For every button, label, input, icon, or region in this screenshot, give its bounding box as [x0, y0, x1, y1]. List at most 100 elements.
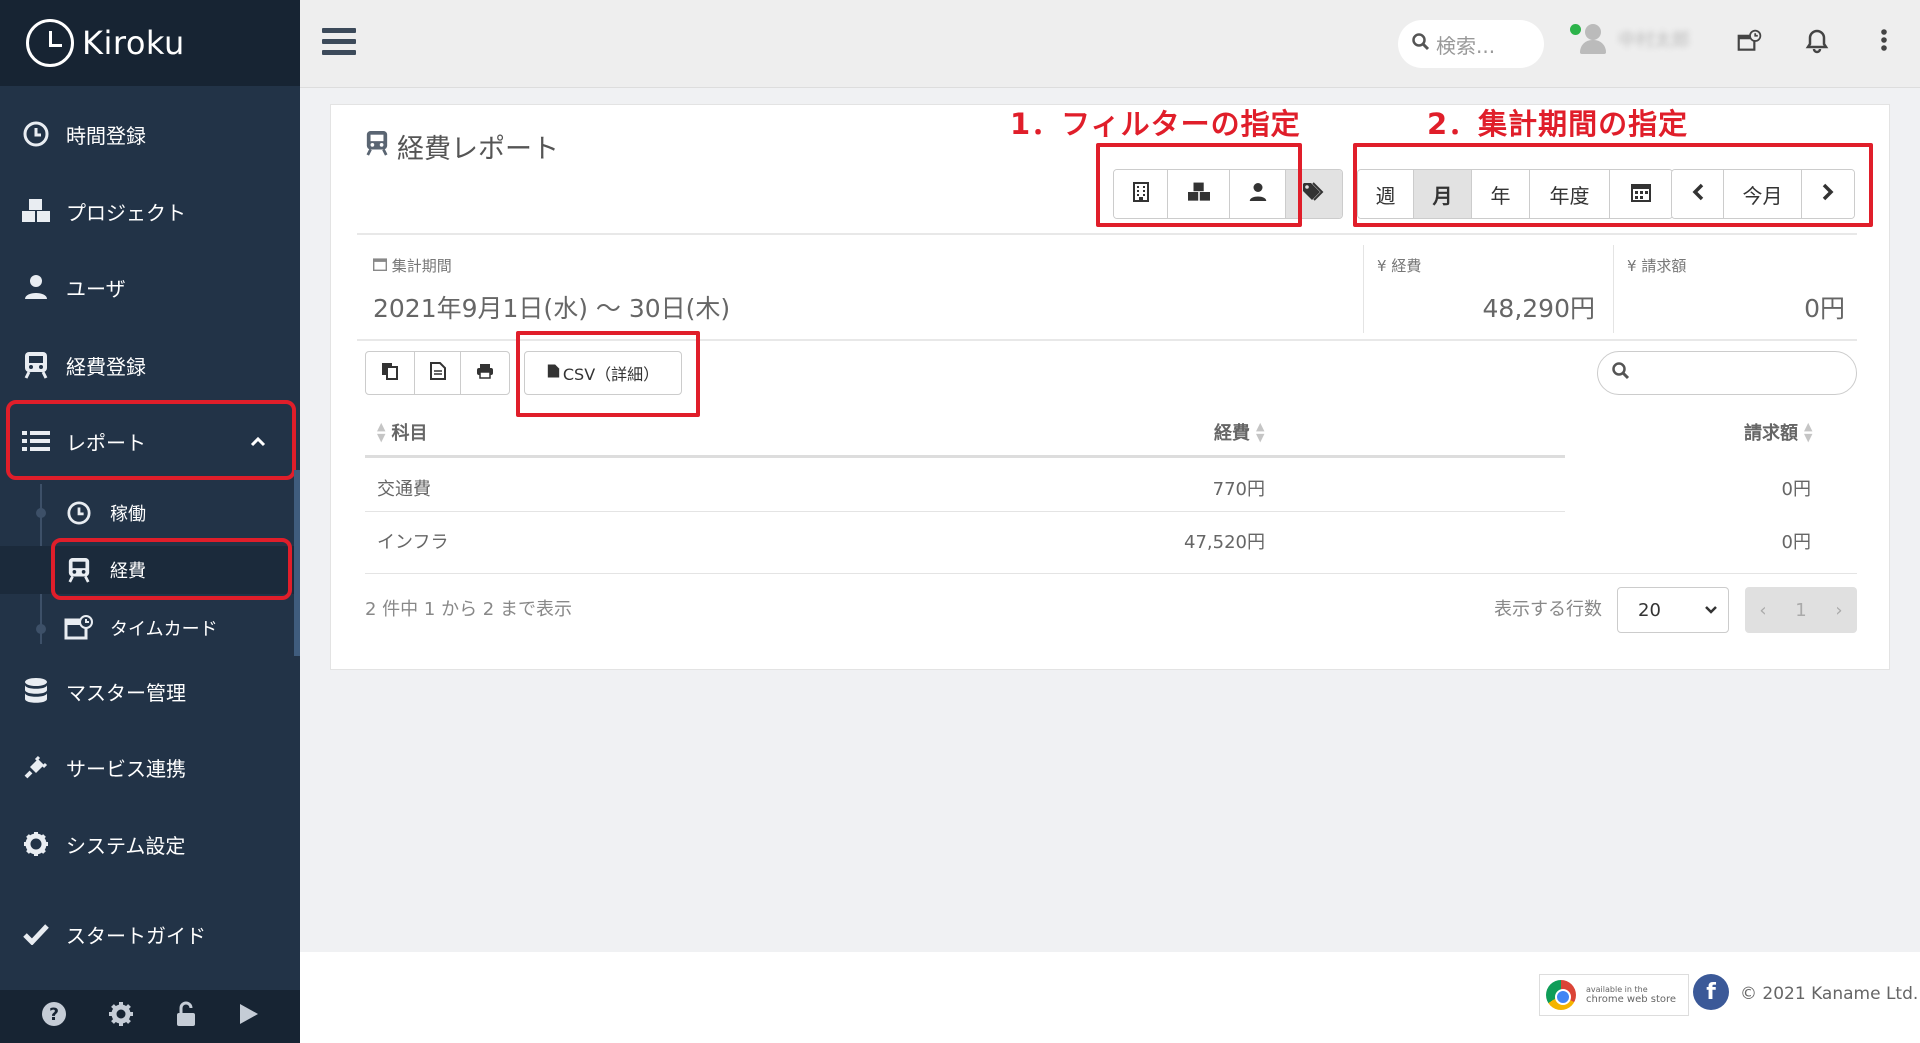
- period-label: 集計期間: [373, 255, 452, 276]
- divider: [357, 233, 1857, 235]
- pagination-current-page[interactable]: 1: [1795, 600, 1806, 621]
- sidebar-item-time-entry[interactable]: 時間登録: [0, 106, 300, 162]
- page-title-text: 経費レポート: [397, 134, 559, 165]
- brand-name: Kiroku: [82, 24, 185, 62]
- help-icon[interactable]: ?: [41, 1001, 67, 1033]
- sidebar-item-label: マスター管理: [66, 680, 186, 705]
- file-icon: [429, 362, 446, 384]
- sidebar-footer: ?: [0, 990, 300, 1043]
- sidebar-item-expense-entry[interactable]: 経費登録: [0, 337, 300, 393]
- train-icon: [20, 349, 52, 381]
- rows-per-page-select[interactable]: 20: [1617, 587, 1729, 633]
- sidebar-scrollbar[interactable]: [294, 470, 300, 656]
- cws-line2: chrome web store: [1586, 993, 1677, 1005]
- sidebar-item-system-settings[interactable]: システム設定: [0, 816, 300, 872]
- table-header-border: [365, 455, 1565, 458]
- copy-icon: [381, 362, 399, 384]
- sidebar-subitem-timecard[interactable]: タイムカード: [0, 604, 300, 652]
- sidebar-subitem-label: 稼働: [110, 504, 146, 525]
- sidebar-item-master[interactable]: マスター管理: [0, 663, 300, 719]
- sidebar-item-label: 経費登録: [66, 354, 146, 379]
- row-divider: [365, 511, 1565, 512]
- calendar-icon: [373, 257, 387, 275]
- bell-icon[interactable]: [1805, 28, 1829, 60]
- pagination-next-icon[interactable]: ›: [1835, 600, 1842, 621]
- sidebar-item-label: ユーザ: [66, 276, 126, 301]
- play-icon[interactable]: [238, 1002, 260, 1032]
- cell-expense: 770円: [1212, 479, 1265, 500]
- cell-billing: 0円: [1781, 532, 1811, 553]
- yen-icon: ¥: [1627, 257, 1637, 275]
- period-label-text: 集計期間: [391, 257, 452, 275]
- global-search-input[interactable]: 検索...: [1398, 20, 1544, 68]
- chevron-down-icon: [1704, 600, 1718, 619]
- expense-report-card: 経費レポート 1．フィルターの指定 2．集計期間の指定 週 月 年 年度 今月 …: [330, 104, 1890, 670]
- plug-icon: [20, 751, 52, 783]
- divider: [1613, 245, 1614, 333]
- user-icon: [20, 271, 52, 303]
- period-value: 2021年9月1日(水) ～ 30日(木): [373, 294, 731, 323]
- topbar: 検索... 中村太郎: [300, 0, 1920, 88]
- sort-icon: ▲ ▼: [377, 420, 386, 444]
- print-button[interactable]: [460, 351, 510, 395]
- csv-export-button[interactable]: [414, 351, 461, 395]
- sort-icon: ▲ ▼: [1256, 420, 1265, 444]
- expense-total-value: 48,290円: [1482, 294, 1595, 323]
- table-info: 2 件中 1 から 2 まで表示: [365, 599, 572, 620]
- facebook-icon[interactable]: f: [1693, 974, 1729, 1010]
- sidebar-subitem-label: タイムカード: [110, 619, 218, 640]
- annotation-box-csv: [516, 331, 700, 417]
- billing-total-value: 0円: [1804, 294, 1845, 323]
- avatar: [1578, 22, 1608, 56]
- column-header-subject[interactable]: ▲ ▼ 科目: [371, 419, 427, 445]
- pagination-prev-icon[interactable]: ‹: [1759, 600, 1766, 621]
- chrome-logo-icon: [1546, 980, 1576, 1010]
- database-icon: [20, 675, 52, 707]
- table-bottom-border: [365, 573, 1857, 574]
- footer: available in the chrome web store f © 20…: [300, 952, 1920, 1043]
- sidebar-item-integrations[interactable]: サービス連携: [0, 739, 300, 795]
- sidebar-item-label: 時間登録: [66, 123, 146, 148]
- menu-toggle-icon[interactable]: [322, 28, 356, 58]
- sort-icon: ▲ ▼: [1804, 420, 1813, 444]
- gear-icon: [20, 828, 52, 860]
- unlock-icon[interactable]: [175, 1001, 197, 1033]
- brand[interactable]: Kiroku: [0, 0, 300, 86]
- sidebar-item-label: サービス連携: [66, 756, 186, 781]
- gear-icon[interactable]: [108, 1001, 134, 1033]
- check-icon: [20, 918, 52, 950]
- sidebar-item-label: プロジェクト: [66, 200, 186, 225]
- chrome-web-store-badge[interactable]: available in the chrome web store: [1539, 974, 1689, 1016]
- search-icon: [1612, 362, 1630, 384]
- sidebar-item-projects[interactable]: プロジェクト: [0, 183, 300, 239]
- clock-icon: [64, 498, 94, 528]
- timecard-icon[interactable]: [1737, 28, 1763, 60]
- search-placeholder: 検索...: [1436, 33, 1496, 58]
- user-name: 中村太郎: [1618, 30, 1690, 51]
- cell-billing: 0円: [1781, 479, 1811, 500]
- user-menu[interactable]: 中村太郎: [1570, 22, 1690, 56]
- svg-text:?: ?: [49, 1005, 59, 1025]
- sidebar-item-start-guide[interactable]: スタートガイド: [0, 906, 300, 962]
- expense-total-label-text: 経費: [1391, 257, 1422, 275]
- annotation-box-reports: [6, 400, 296, 480]
- tags-icon: [1302, 181, 1326, 207]
- column-header-expense[interactable]: 経費 ▲ ▼: [1214, 419, 1270, 445]
- sidebar-item-users[interactable]: ユーザ: [0, 259, 300, 315]
- rows-per-page-value: 20: [1638, 599, 1661, 621]
- column-header-billing[interactable]: 請求額 ▲ ▼: [1744, 419, 1818, 445]
- search-icon: [1412, 32, 1430, 56]
- expense-total-label: ¥ 経費: [1377, 255, 1421, 276]
- cell-expense: 47,520円: [1184, 532, 1265, 553]
- yen-icon: ¥: [1377, 257, 1387, 275]
- cubes-icon: [20, 195, 52, 227]
- copy-button[interactable]: [365, 351, 415, 395]
- table-search-input[interactable]: [1597, 351, 1857, 395]
- cell-subject: 交通費: [377, 479, 431, 500]
- more-vertical-icon[interactable]: [1880, 28, 1888, 58]
- sidebar-subitem-utilization[interactable]: 稼働: [0, 489, 300, 537]
- column-header-label: 科目: [391, 423, 428, 444]
- column-header-label: 経費: [1214, 423, 1250, 444]
- timecard-icon: [64, 613, 94, 643]
- rows-per-page-label: 表示する行数: [1494, 599, 1602, 620]
